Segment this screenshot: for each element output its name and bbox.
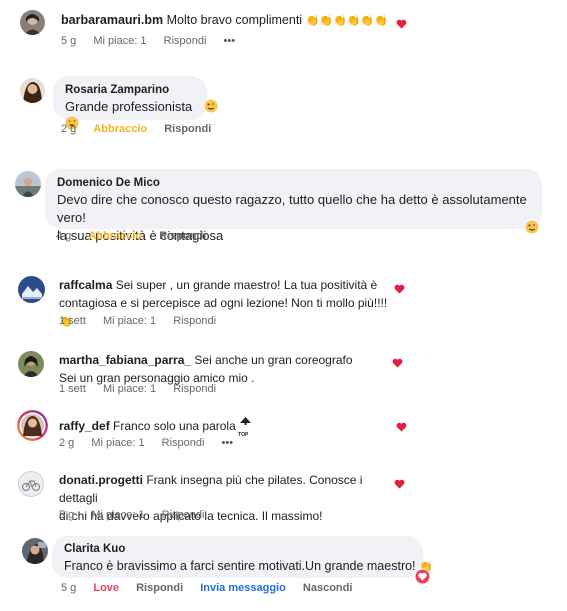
timestamp: 5 g (59, 509, 75, 521)
avatar[interactable] (20, 78, 45, 103)
avatar[interactable] (22, 538, 48, 564)
avatar[interactable] (17, 410, 48, 441)
reaction-label[interactable]: Abbraccio (88, 230, 142, 242)
comment-7: donati.progetti Frank insegna più che pi… (0, 465, 567, 525)
timestamp: 1 sett (59, 383, 86, 395)
username[interactable]: martha_fabiana_parra_ (59, 353, 191, 367)
reaction-badge[interactable] (203, 98, 219, 119)
heart-icon[interactable] (394, 284, 405, 294)
reply-button[interactable]: Rispondi (164, 123, 211, 135)
comment-bubble: Domenico De Mico Devo dire che conosco q… (45, 169, 542, 243)
comment-text: Molto bravo complimenti (166, 13, 303, 27)
heart-icon[interactable] (396, 422, 407, 432)
heart-icon[interactable] (396, 19, 407, 29)
reply-button[interactable]: Rispondi (164, 35, 207, 47)
love-reaction-badge[interactable] (414, 568, 431, 590)
timestamp: 1 sett (59, 315, 86, 327)
reply-button[interactable]: Rispondi (173, 315, 216, 327)
comment-text: Grande professionista (65, 99, 193, 114)
comment-5: martha_fabiana_parra_ Sei anche un gran … (0, 345, 567, 400)
comment-bubble: Rosaria Zamparino Grande professionista (53, 76, 207, 130)
avatar[interactable] (20, 10, 45, 35)
reply-button[interactable]: Rispondi (173, 383, 216, 395)
clapping-emoji: 👏👏👏👏👏👏 (305, 15, 388, 27)
heart-icon[interactable] (392, 358, 403, 368)
comment-bubble: Clarita Kuo Franco è bravissimo a farci … (52, 536, 433, 578)
avatar[interactable] (18, 471, 44, 497)
avatar[interactable] (18, 276, 45, 303)
timestamp: 5 g (61, 582, 77, 594)
heart-icon[interactable] (394, 479, 405, 489)
comment-6: raffy_def Franco solo una parola TOP 2 g… (0, 405, 567, 460)
comment-2: Rosaria Zamparino Grande professionista … (0, 70, 567, 150)
more-options-button[interactable]: ••• (222, 437, 234, 449)
comment-text-line-1: Sei super , un grande maestro! La tua po… (115, 278, 378, 292)
comment-text: Franco è bravissimo a farci sentire moti… (64, 559, 416, 573)
comment-1: barbaramauri.bm Molto bravo complimenti … (0, 0, 567, 60)
comment-text-line-1: Sei anche un gran coreografo (194, 353, 353, 367)
likes-count[interactable]: Mi piace: 1 (91, 509, 144, 521)
comment-text-line-1: Devo dire che conosco questo ragazzo, tu… (57, 192, 527, 225)
reaction-label[interactable]: Abbraccio (93, 123, 147, 135)
timestamp: 5 g (61, 35, 77, 47)
comment-4: raffcalma Sei super , un grande maestro!… (0, 268, 567, 338)
username[interactable]: Rosaria Zamparino (65, 83, 195, 98)
comment-8: Clarita Kuo Franco è bravissimo a farci … (0, 532, 567, 611)
reaction-badge[interactable] (524, 219, 540, 240)
timestamp: 4 g (56, 230, 72, 242)
comment-text: Franco solo una parola (113, 419, 236, 433)
username[interactable]: raffcalma (59, 278, 112, 292)
comment-3: Domenico De Mico Devo dire che conosco q… (0, 165, 567, 250)
reply-button[interactable]: Rispondi (162, 437, 205, 449)
username[interactable]: Domenico De Mico (57, 176, 530, 191)
username[interactable]: donati.progetti (59, 473, 143, 487)
hide-button[interactable]: Nascondi (303, 582, 353, 594)
send-message-button[interactable]: Invia messaggio (200, 582, 286, 594)
likes-count[interactable]: Mi piace: 1 (91, 437, 144, 449)
username[interactable]: barbaramauri.bm (61, 13, 163, 27)
username[interactable]: Clarita Kuo (64, 542, 411, 557)
timestamp: 2 g (59, 437, 75, 449)
likes-count[interactable]: Mi piace: 1 (103, 315, 156, 327)
timestamp: 2 g (61, 123, 77, 135)
reply-button[interactable]: Rispondi (159, 230, 206, 242)
comment-text-line-2: contagiosa e si percepisce ad ogni lezio… (59, 296, 388, 310)
reply-button[interactable]: Rispondi (136, 582, 183, 594)
likes-count[interactable]: Mi piace: 1 (93, 35, 146, 47)
likes-count[interactable]: Mi piace: 1 (103, 383, 156, 395)
avatar[interactable] (15, 171, 41, 197)
reaction-label[interactable]: Love (93, 582, 119, 594)
username[interactable]: raffy_def (59, 419, 110, 433)
avatar[interactable] (18, 351, 44, 377)
reply-button[interactable]: Rispondi (162, 509, 205, 521)
more-options-button[interactable]: ••• (224, 35, 236, 47)
top-emoji: TOP (238, 417, 252, 438)
